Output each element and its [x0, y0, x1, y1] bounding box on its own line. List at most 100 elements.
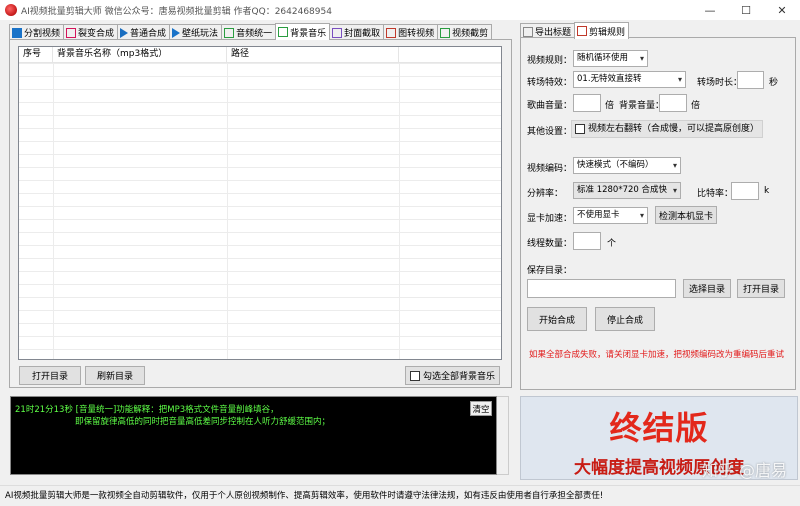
wallpaper-icon: [172, 27, 181, 38]
transition-duration-unit: 秒: [769, 78, 779, 88]
checkbox-box: [575, 123, 585, 134]
chevron-down-icon: ▾: [677, 75, 682, 84]
encode-label: 视频编码：: [527, 164, 573, 174]
transition-label: 转场特效：: [527, 78, 573, 88]
gpu-value: 不使用显卡: [577, 210, 620, 220]
grid-line: [399, 63, 400, 359]
column-filler: [399, 47, 501, 63]
video-rule-value: 随机循环使用: [577, 53, 629, 63]
rules-icon: [577, 26, 588, 36]
window-controls: — ☐ ✕: [692, 0, 800, 20]
column-index[interactable]: 序号: [19, 47, 53, 63]
tab-label: 剪辑规则: [589, 27, 626, 38]
picture-video-icon: [386, 27, 397, 38]
refresh-dir-button[interactable]: 刷新目录: [85, 366, 145, 385]
background-music-panel: 序号 背景音乐名称（mp3格式） 路径 打开目录 刷新目录 勾选全部背景音乐: [9, 39, 512, 388]
checkbox-box: [409, 370, 420, 381]
chevron-down-icon: ▾: [639, 54, 644, 63]
fission-icon: [66, 27, 77, 38]
music-list[interactable]: 序号 背景音乐名称（mp3格式） 路径: [18, 46, 502, 360]
chevron-down-icon: ▾: [639, 211, 644, 220]
chevron-down-icon: ▾: [672, 186, 677, 195]
watermark: 知乎 @唐易: [701, 461, 787, 480]
tab-audio-normalize[interactable]: 音频统一: [221, 24, 277, 40]
video-rule-select[interactable]: 随机循环使用 ▾: [573, 50, 648, 67]
tab-wallpaper[interactable]: 壁纸玩法: [169, 24, 223, 40]
tab-image-to-video[interactable]: 图转视频: [383, 24, 439, 40]
start-merge-button[interactable]: 开始合成: [527, 307, 587, 331]
banner-title: 终结版: [609, 409, 709, 447]
status-bar: AI视频批量剪辑大师是一款视频全自动剪辑软件，仅用于个人原创视频制作、提高剪辑效…: [0, 485, 800, 506]
open-dir-button[interactable]: 打开目录: [19, 366, 81, 385]
gpu-label: 显卡加速：: [527, 214, 573, 224]
list-header: 序号 背景音乐名称（mp3格式） 路径: [19, 47, 501, 63]
tab-label: 背景音乐: [290, 28, 327, 39]
log-line: 即保留旋律高低的同时把音量高低差同步控制在人听力舒缓范围内；: [75, 417, 331, 427]
tab-cover-capture[interactable]: 封面截取: [329, 24, 385, 40]
resolution-select[interactable]: 标准 1280*720 合成快 ▾: [573, 182, 681, 199]
detect-gpu-button[interactable]: 检测本机显卡: [655, 206, 717, 224]
save-dir-label: 保存目录：: [527, 266, 573, 276]
song-volume-input[interactable]: [573, 94, 601, 112]
save-dir-input[interactable]: [527, 279, 676, 298]
threads-label: 线程数量：: [527, 239, 573, 249]
choose-dir-button[interactable]: 选择目录: [683, 279, 731, 298]
column-music-name[interactable]: 背景音乐名称（mp3格式）: [53, 47, 227, 63]
bg-volume-unit: 倍: [691, 101, 701, 111]
encode-value: 快速模式（不编码）: [577, 160, 654, 170]
video-rule-label: 视频规则：: [527, 56, 573, 66]
transition-value: 01.无特效直接转: [577, 74, 642, 84]
tab-split-video[interactable]: 分割视频: [9, 24, 65, 40]
tab-edit-rules[interactable]: 剪辑规则: [574, 22, 630, 39]
minimize-button[interactable]: —: [692, 0, 728, 20]
gpu-select[interactable]: 不使用显卡 ▾: [573, 207, 648, 224]
tab-normal-merge[interactable]: 普通合成: [117, 24, 171, 40]
transition-duration-label: 转场时长：: [697, 78, 743, 88]
edit-rules-panel: 视频规则： 随机循环使用 ▾ 转场特效： 01.无特效直接转 ▾ 转场时长： 秒 歌…: [520, 37, 796, 390]
transition-select[interactable]: 01.无特效直接转 ▾: [573, 71, 686, 88]
left-pane: 分割视频 裂变合成 普通合成 壁纸玩法 音频统一 背景音乐 封面截取 图转视频 …: [5, 23, 512, 388]
settings-tabs: 导出标题 剪辑规则: [520, 22, 630, 39]
tab-video-trim[interactable]: 视频截剪: [437, 24, 493, 40]
other-settings-label: 其他设置：: [527, 127, 573, 137]
select-all-label: 勾选全部背景音乐: [422, 372, 495, 382]
window-title: AI视频批量剪辑大师 微信公众号：唐易视频批量剪辑 作者QQ：264246895…: [21, 6, 332, 17]
song-volume-label: 歌曲音量：: [527, 101, 573, 111]
stop-merge-button[interactable]: 停止合成: [595, 307, 655, 331]
export-icon: [523, 26, 533, 37]
log-scrollbar[interactable]: [497, 396, 509, 475]
maximize-button[interactable]: ☐: [728, 0, 764, 20]
threads-input[interactable]: [573, 232, 601, 250]
tab-fission-merge[interactable]: 裂变合成: [63, 24, 119, 40]
clear-log-button[interactable]: 清空: [470, 401, 492, 416]
encode-select[interactable]: 快速模式（不编码） ▾: [573, 157, 681, 174]
bitrate-input[interactable]: [731, 182, 759, 200]
main-tabs: 分割视频 裂变合成 普通合成 壁纸玩法 音频统一 背景音乐 封面截取 图转视频 …: [9, 23, 493, 40]
log-line: 21时21分13秒 [音量统一]功能解释：把MP3格式文件音量削峰填谷，: [15, 405, 279, 415]
open-save-dir-button[interactable]: 打开目录: [737, 279, 785, 298]
list-grid: [19, 63, 501, 359]
tab-label: 裂变合成: [78, 29, 115, 39]
trim-icon: [440, 27, 451, 38]
song-volume-unit: 倍: [605, 101, 615, 111]
tab-label: 音频统一: [236, 29, 273, 39]
grid-line: [227, 63, 228, 359]
column-path[interactable]: 路径: [227, 47, 399, 63]
bitrate-label: 比特率：: [697, 189, 734, 199]
select-all-music-checkbox[interactable]: 勾选全部背景音乐: [405, 366, 500, 385]
bitrate-unit: k: [764, 186, 770, 196]
right-pane: 导出标题 剪辑规则 视频规则： 随机循环使用 ▾ 转场特效： 01.无特效直接转 ▾…: [516, 22, 798, 390]
transition-duration-input[interactable]: [737, 71, 764, 89]
tab-label: 分割视频: [24, 29, 61, 39]
split-icon: [12, 27, 22, 38]
resolution-value: 标准 1280*720 合成快: [577, 185, 668, 195]
bg-volume-input[interactable]: [659, 94, 687, 112]
gpu-warning-text: 如果全部合成失败，请关闭显卡加速，把视频编码改为重编码后重试: [529, 350, 785, 360]
play-icon: [120, 27, 129, 38]
tab-background-music[interactable]: 背景音乐: [275, 23, 331, 40]
audio-icon: [224, 27, 235, 38]
tab-label: 封面截取: [344, 29, 381, 39]
close-button[interactable]: ✕: [764, 0, 800, 20]
flip-checkbox[interactable]: 视频左右翻转（合成慢，可以提高原创度）: [571, 120, 764, 138]
tab-label: 普通合成: [130, 29, 167, 39]
